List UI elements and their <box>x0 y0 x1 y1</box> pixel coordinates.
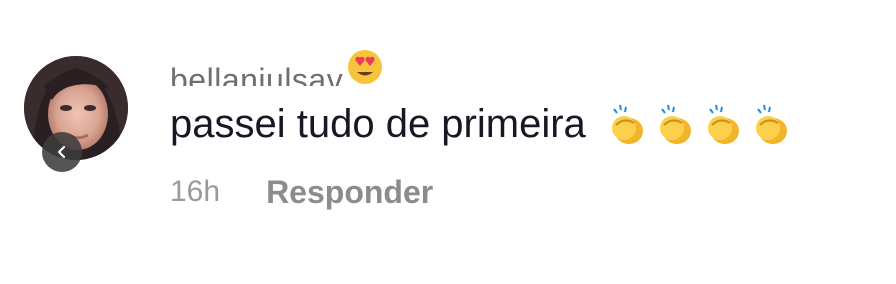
reply-button[interactable]: Responder <box>266 174 433 211</box>
clapping-hands-icon <box>611 104 643 144</box>
clapping-hands-icon <box>707 104 739 144</box>
comment-text: passei tudo de primeira <box>170 102 586 146</box>
chevron-left-icon <box>57 145 66 159</box>
timestamp: 16h <box>170 175 221 208</box>
username[interactable]: bellaniulsav <box>170 64 343 86</box>
back-button[interactable] <box>42 132 82 172</box>
smiling-face-with-heart-eyes-icon <box>345 46 385 86</box>
clapping-hands-icon <box>755 104 787 144</box>
username-row: bellaniulsav <box>170 46 385 86</box>
clap-emoji-group <box>606 101 792 147</box>
clapping-hands-icon <box>659 104 691 144</box>
comment-text-row: passei tudo de primeira <box>170 96 792 152</box>
comment-item: bellaniulsav passei tudo de primeira 16h… <box>0 0 896 284</box>
comment-meta-row: 16h Responder <box>170 172 433 212</box>
